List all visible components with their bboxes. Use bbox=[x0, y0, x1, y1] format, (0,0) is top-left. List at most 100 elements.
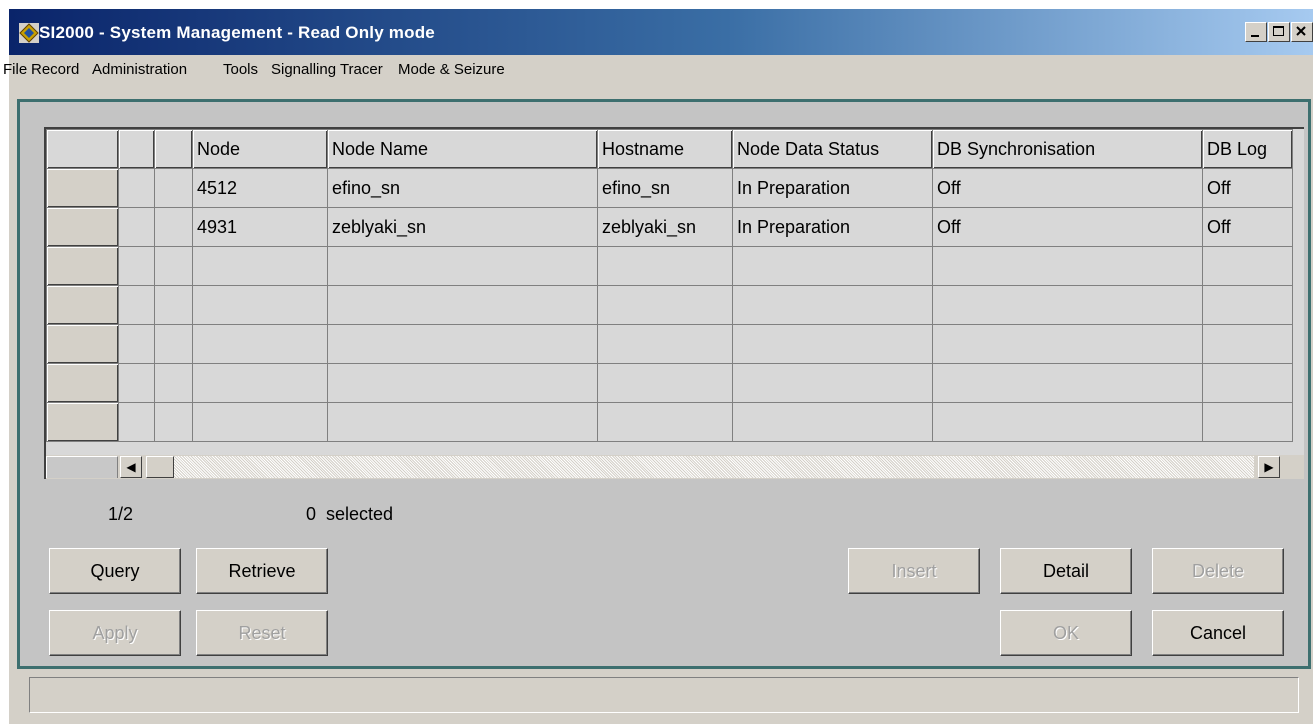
arrow-right-icon: ▶ bbox=[1264, 460, 1274, 474]
status-bar bbox=[29, 677, 1299, 713]
scrollbar-track[interactable] bbox=[174, 456, 1254, 478]
row-selector[interactable] bbox=[46, 285, 119, 325]
row-selector[interactable] bbox=[46, 363, 119, 403]
maximize-icon bbox=[1273, 26, 1284, 36]
column-header-node-data-status[interactable]: Node Data Status bbox=[732, 129, 933, 169]
cell-node-data-status[interactable] bbox=[732, 402, 933, 442]
delete-button[interactable]: Delete bbox=[1152, 548, 1284, 594]
table-row[interactable] bbox=[46, 402, 1293, 442]
menu-bar: File Record Administration Tools Signall… bbox=[3, 57, 1313, 83]
close-button[interactable] bbox=[1291, 22, 1313, 42]
reset-button[interactable]: Reset bbox=[196, 610, 328, 656]
cancel-button[interactable]: Cancel bbox=[1152, 610, 1284, 656]
table-row[interactable]: 4931 zeblyaki_sn zeblyaki_sn In Preparat… bbox=[46, 207, 1293, 247]
cell-node-name[interactable] bbox=[327, 402, 598, 442]
row-selector[interactable] bbox=[46, 324, 119, 364]
cell-hostname[interactable] bbox=[597, 285, 733, 325]
row-selector[interactable] bbox=[46, 207, 119, 247]
table-row[interactable]: 4512 efino_sn efino_sn In Preparation Of… bbox=[46, 168, 1293, 208]
column-header-db-log[interactable]: DB Log bbox=[1202, 129, 1293, 169]
select-all-corner[interactable] bbox=[46, 129, 119, 169]
cell-node-name[interactable]: zeblyaki_sn bbox=[327, 207, 598, 247]
cell-db-synchronisation[interactable] bbox=[932, 285, 1203, 325]
cell-node-name[interactable]: efino_sn bbox=[327, 168, 598, 208]
cell-db-synchronisation[interactable]: Off bbox=[932, 207, 1203, 247]
horizontal-scrollbar[interactable]: ◀ ▶ bbox=[46, 455, 1304, 479]
cell-hostname[interactable]: zeblyaki_sn bbox=[597, 207, 733, 247]
table-row[interactable] bbox=[46, 363, 1293, 403]
table-row[interactable] bbox=[46, 285, 1293, 325]
cell-db-log[interactable] bbox=[1202, 324, 1293, 364]
cell-db-log[interactable] bbox=[1202, 402, 1293, 442]
scrollbar-corner bbox=[46, 456, 118, 478]
cell-node[interactable] bbox=[192, 246, 328, 286]
cell-node-data-status[interactable] bbox=[732, 363, 933, 403]
scrollbar-thumb[interactable] bbox=[146, 456, 174, 478]
cell-db-synchronisation[interactable] bbox=[932, 324, 1203, 364]
cell-node-name[interactable] bbox=[327, 324, 598, 364]
row-selector[interactable] bbox=[46, 402, 119, 442]
cell-hostname[interactable] bbox=[597, 402, 733, 442]
cell-hostname[interactable] bbox=[597, 246, 733, 286]
menu-mode-seizure[interactable]: Mode & Seizure bbox=[398, 61, 505, 78]
cell-node-data-status[interactable] bbox=[732, 285, 933, 325]
minimize-button[interactable] bbox=[1245, 22, 1267, 42]
cell-db-log[interactable]: Off bbox=[1202, 207, 1293, 247]
table-row[interactable] bbox=[46, 246, 1293, 286]
cell-node-data-status[interactable]: In Preparation bbox=[732, 207, 933, 247]
node-grid: Node Node Name Hostname Node Data Status… bbox=[46, 129, 1293, 442]
apply-button[interactable]: Apply bbox=[49, 610, 181, 656]
cell-db-log[interactable]: Off bbox=[1202, 168, 1293, 208]
cell-db-synchronisation[interactable] bbox=[932, 363, 1203, 403]
scroll-right-button[interactable]: ▶ bbox=[1258, 456, 1280, 478]
menu-administration[interactable]: Administration bbox=[92, 61, 187, 78]
menu-file[interactable]: File bbox=[3, 61, 27, 78]
column-header-blank bbox=[118, 129, 155, 169]
row-selector[interactable] bbox=[46, 168, 119, 208]
cell-db-synchronisation[interactable] bbox=[932, 246, 1203, 286]
column-header-node-name[interactable]: Node Name bbox=[327, 129, 598, 169]
ok-button[interactable]: OK bbox=[1000, 610, 1132, 656]
cell-node-name[interactable] bbox=[327, 363, 598, 403]
retrieve-button[interactable]: Retrieve bbox=[196, 548, 328, 594]
menu-signalling-tracer[interactable]: Signalling Tracer bbox=[271, 61, 383, 78]
cell-hostname[interactable] bbox=[597, 363, 733, 403]
minimize-icon bbox=[1251, 35, 1259, 37]
cell-db-synchronisation[interactable] bbox=[932, 402, 1203, 442]
cell-node-name[interactable] bbox=[327, 285, 598, 325]
scroll-left-button[interactable]: ◀ bbox=[120, 456, 142, 478]
cell-node[interactable] bbox=[192, 324, 328, 364]
insert-button[interactable]: Insert bbox=[848, 548, 980, 594]
main-panel: Node Node Name Hostname Node Data Status… bbox=[17, 99, 1311, 669]
selection-count: 0 selected bbox=[306, 504, 394, 524]
cell-db-log[interactable] bbox=[1202, 363, 1293, 403]
app-logo-icon bbox=[19, 23, 39, 43]
query-button[interactable]: Query bbox=[49, 548, 181, 594]
maximize-button[interactable] bbox=[1268, 22, 1290, 42]
cell-node[interactable] bbox=[192, 402, 328, 442]
column-header-node[interactable]: Node bbox=[192, 129, 328, 169]
cell-node-name[interactable] bbox=[327, 246, 598, 286]
column-header-hostname[interactable]: Hostname bbox=[597, 129, 733, 169]
cell-node[interactable]: 4512 bbox=[192, 168, 328, 208]
cell-node-data-status[interactable] bbox=[732, 246, 933, 286]
cell-node[interactable]: 4931 bbox=[192, 207, 328, 247]
cell-hostname[interactable] bbox=[597, 324, 733, 364]
detail-button[interactable]: Detail bbox=[1000, 548, 1132, 594]
cell-node[interactable] bbox=[192, 363, 328, 403]
cell-db-log[interactable] bbox=[1202, 246, 1293, 286]
cell-db-log[interactable] bbox=[1202, 285, 1293, 325]
page-indicator: 1/2 bbox=[108, 504, 134, 524]
menu-record[interactable]: Record bbox=[31, 61, 79, 78]
table-row[interactable] bbox=[46, 324, 1293, 364]
cell-hostname[interactable]: efino_sn bbox=[597, 168, 733, 208]
title-bar[interactable]: SI2000 - System Management - Read Only m… bbox=[9, 9, 1313, 55]
cell-node-data-status[interactable]: In Preparation bbox=[732, 168, 933, 208]
cell-db-synchronisation[interactable]: Off bbox=[932, 168, 1203, 208]
row-selector[interactable] bbox=[46, 246, 119, 286]
cell-node-data-status[interactable] bbox=[732, 324, 933, 364]
column-header-blank bbox=[154, 129, 193, 169]
column-header-db-synchronisation[interactable]: DB Synchronisation bbox=[932, 129, 1203, 169]
cell-node[interactable] bbox=[192, 285, 328, 325]
menu-tools[interactable]: Tools bbox=[223, 61, 258, 78]
